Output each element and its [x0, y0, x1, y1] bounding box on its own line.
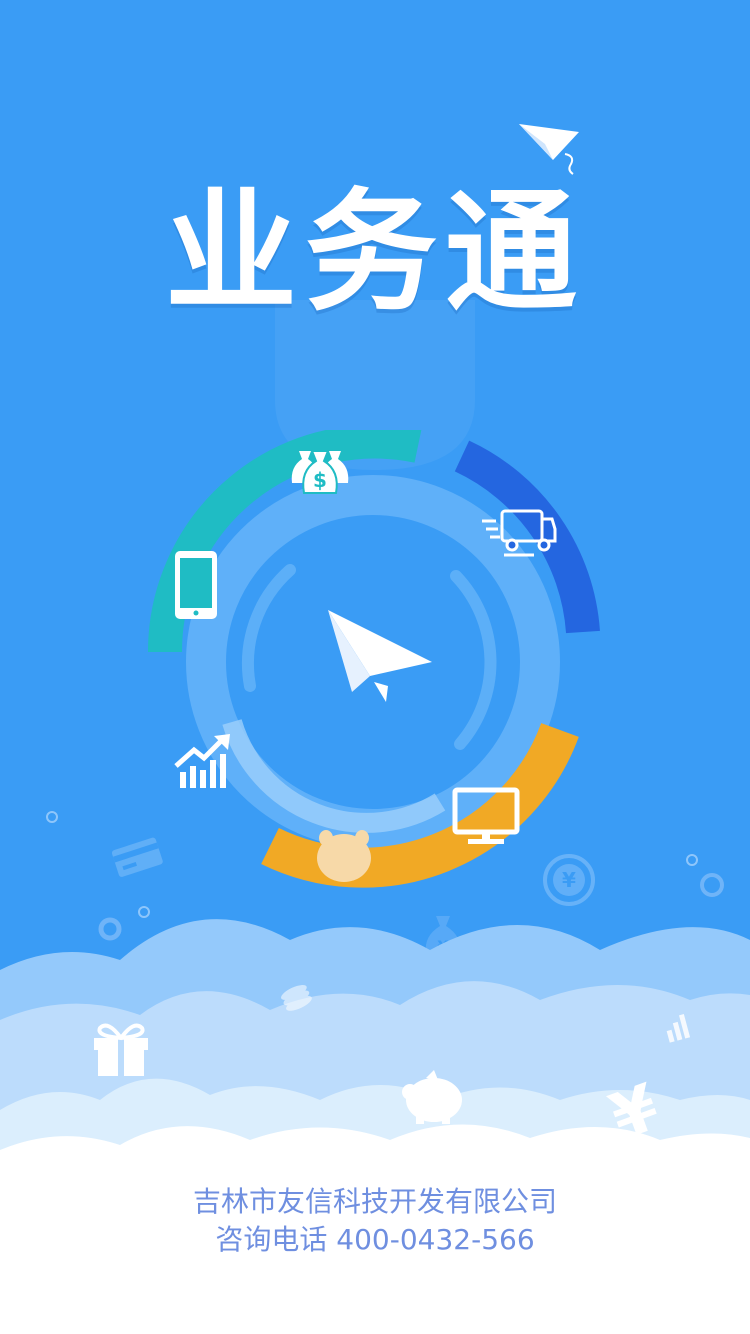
svg-text:¥: ¥	[601, 1078, 668, 1140]
piggy-bank-icon	[402, 1070, 462, 1124]
hotline-label: 咨询电话	[215, 1223, 328, 1256]
smartphone-icon	[175, 551, 217, 619]
service-hub-graphic	[147, 430, 600, 888]
app-title: 业务通	[165, 176, 585, 330]
monitor-icon	[452, 787, 520, 844]
delivery-truck-icon	[482, 509, 557, 557]
company-name: 吉林市友信科技开发有限公司	[192, 1185, 557, 1218]
svg-text:$: $	[313, 468, 327, 492]
growth-chart-icon	[174, 734, 230, 788]
center-plane	[328, 610, 432, 702]
yen-sign-icon: ¥	[601, 1078, 668, 1140]
hotline: 咨询电话 400-0432-566	[0, 1222, 750, 1258]
paper-plane-icon	[519, 124, 579, 175]
bar-chart-icon	[666, 1014, 691, 1043]
coins-icon	[281, 985, 312, 1011]
piggy-face-icon	[317, 830, 371, 882]
hotline-number[interactable]: 400-0432-566	[336, 1223, 534, 1256]
money-bags-icon: $	[291, 450, 349, 494]
splash-screen: ¥ ¥ 业务通 $	[0, 0, 750, 1334]
gift-icon	[94, 1023, 148, 1076]
